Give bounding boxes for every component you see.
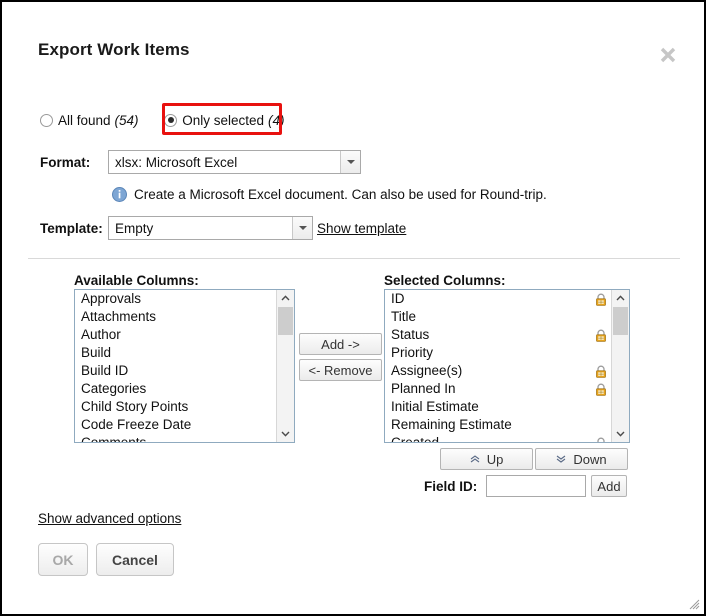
cancel-button[interactable]: Cancel	[96, 543, 174, 576]
list-item[interactable]: Created	[385, 434, 611, 442]
available-columns-label: Available Columns:	[74, 273, 199, 288]
close-icon[interactable]	[656, 43, 680, 67]
list-item[interactable]: Assignee(s)	[385, 362, 611, 380]
list-item[interactable]: Title	[385, 308, 611, 326]
selected-columns-label: Selected Columns:	[384, 273, 506, 288]
template-label: Template:	[40, 221, 103, 236]
format-select-value: xlsx: Microsoft Excel	[115, 154, 238, 170]
add-column-button[interactable]: Add ->	[299, 333, 382, 355]
section-divider	[28, 258, 680, 259]
list-item-label: Build	[81, 345, 112, 360]
lock-icon	[595, 365, 607, 378]
radio-only-selected-count: (4)	[267, 112, 285, 128]
available-columns-scrollbar[interactable]	[276, 290, 294, 442]
list-item-label: Attachments	[81, 309, 157, 324]
format-select[interactable]: xlsx: Microsoft Excel	[108, 150, 361, 174]
field-id-label: Field ID:	[424, 479, 478, 494]
list-item-label: Planned In	[391, 381, 456, 396]
list-item[interactable]: ID	[385, 290, 611, 308]
radio-all-found-indicator	[40, 113, 53, 127]
remove-column-button[interactable]: <- Remove	[299, 359, 382, 381]
radio-all-found-label: All found	[58, 112, 111, 128]
list-item[interactable]: Initial Estimate	[385, 398, 611, 416]
move-up-button[interactable]: Up	[440, 448, 533, 470]
list-item[interactable]: Status	[385, 326, 611, 344]
radio-only-selected-indicator	[164, 113, 178, 127]
list-item[interactable]: Comments	[75, 434, 276, 442]
lock-icon	[595, 293, 607, 306]
scroll-up-icon[interactable]	[277, 290, 294, 306]
show-template-link[interactable]: Show template	[317, 221, 406, 236]
lock-icon	[595, 329, 607, 342]
list-item-label: Priority	[391, 345, 434, 360]
list-item-label: Title	[391, 309, 417, 324]
double-chevron-down-icon	[556, 455, 566, 463]
list-item-label: Comments	[81, 434, 146, 442]
page-title: Export Work Items	[38, 40, 190, 59]
list-item[interactable]: Remaining Estimate	[385, 416, 611, 434]
list-item[interactable]: Planned In	[385, 380, 611, 398]
template-select-value: Empty	[115, 220, 154, 236]
list-item-label: Initial Estimate	[391, 399, 479, 414]
list-item-label: ID	[391, 291, 405, 306]
scroll-up-icon[interactable]	[612, 290, 629, 306]
chevron-down-icon[interactable]	[292, 217, 312, 239]
radio-all-found-count: (54)	[114, 112, 139, 128]
double-chevron-up-icon	[470, 455, 480, 463]
scrollbar-thumb[interactable]	[278, 307, 293, 335]
scrollbar-thumb[interactable]	[613, 307, 628, 335]
radio-only-selected-label: Only selected	[182, 112, 264, 128]
radio-only-selected[interactable]: Only selected (4)	[164, 108, 284, 132]
list-item-label: Approvals	[81, 291, 142, 306]
screenshot-frame: Export Work Items All found (54) Only se…	[0, 0, 706, 616]
list-item-label: Build ID	[81, 363, 129, 378]
format-info: Create a Microsoft Excel document. Can a…	[112, 187, 547, 202]
selected-columns-list[interactable]: ID Title Status Priority Assignee(s) Planned …	[384, 289, 630, 443]
field-id-add-button[interactable]: Add	[591, 475, 627, 497]
list-item-label: Remaining Estimate	[391, 417, 512, 432]
list-item-label: Status	[391, 327, 430, 342]
list-item-label: Assignee(s)	[391, 363, 463, 378]
template-select[interactable]: Empty	[108, 216, 313, 240]
list-item[interactable]: Build ID	[75, 362, 276, 380]
available-columns-items: Approvals Attachments Author Build Build ID C…	[75, 290, 276, 442]
list-item[interactable]: Categories	[75, 380, 276, 398]
list-item[interactable]: Priority	[385, 344, 611, 362]
move-down-button[interactable]: Down	[535, 448, 628, 470]
selected-columns-items: ID Title Status Priority Assignee(s) Planned …	[385, 290, 611, 442]
list-item-label: Author	[81, 327, 121, 342]
format-label: Format:	[40, 155, 91, 170]
list-item-label: Created	[391, 434, 439, 442]
scroll-down-icon[interactable]	[612, 426, 629, 442]
list-item-label: Code Freeze Date	[81, 417, 192, 432]
move-up-label: Up	[486, 451, 504, 467]
selected-columns-scrollbar[interactable]	[611, 290, 629, 442]
ok-button[interactable]: OK	[38, 543, 88, 576]
move-down-label: Down	[573, 451, 607, 467]
list-item[interactable]: Attachments	[75, 308, 276, 326]
chevron-down-icon[interactable]	[340, 151, 360, 173]
format-info-text: Create a Microsoft Excel document. Can a…	[134, 187, 547, 202]
scroll-down-icon[interactable]	[277, 426, 294, 442]
list-item-label: Categories	[81, 381, 147, 396]
lock-icon	[595, 383, 607, 396]
radio-all-found[interactable]: All found (54)	[40, 108, 139, 132]
info-icon	[112, 187, 127, 202]
list-item[interactable]: Build	[75, 344, 276, 362]
list-item[interactable]: Child Story Points	[75, 398, 276, 416]
resize-grip[interactable]	[688, 598, 700, 610]
list-item[interactable]: Author	[75, 326, 276, 344]
list-item[interactable]: Approvals	[75, 290, 276, 308]
list-item[interactable]: Code Freeze Date	[75, 416, 276, 434]
export-scope-group: All found (54) Only selected (4)	[40, 108, 284, 132]
export-work-items-dialog: Export Work Items All found (54) Only se…	[2, 2, 704, 614]
list-item-label: Child Story Points	[81, 399, 189, 414]
field-id-input[interactable]	[486, 475, 586, 497]
available-columns-list[interactable]: Approvals Attachments Author Build Build ID C…	[74, 289, 295, 443]
show-advanced-options-link[interactable]: Show advanced options	[38, 511, 181, 526]
lock-icon	[595, 437, 607, 442]
